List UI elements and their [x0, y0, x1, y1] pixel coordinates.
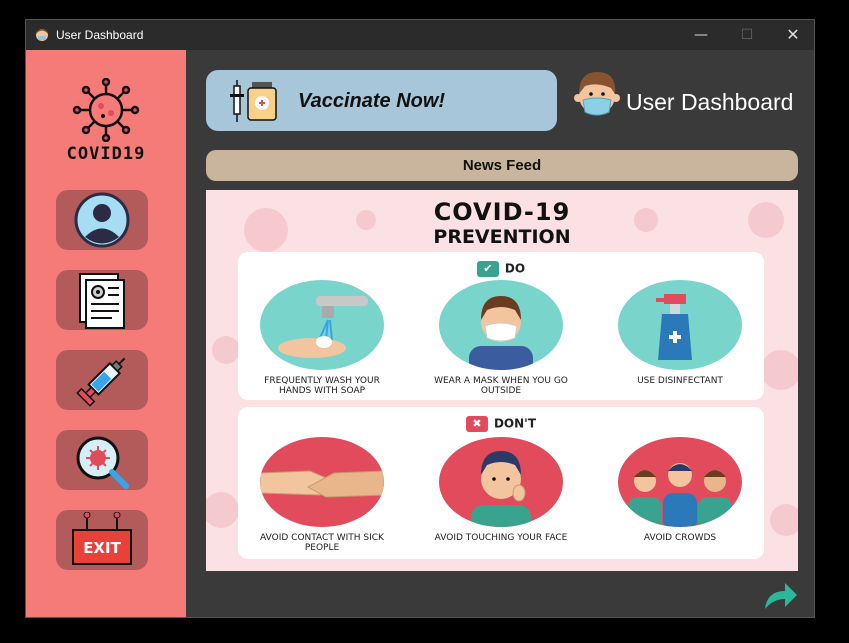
news-feed-header: News Feed [206, 150, 798, 181]
dont-item-crowds: Avoid crowds [605, 437, 755, 543]
exit-button[interactable]: EXIT [56, 510, 148, 570]
crowd-icon [618, 437, 742, 527]
do-item-disinfectant: Use disinfectant [605, 280, 755, 386]
logo-text: COVID19 [66, 144, 146, 164]
sidebar: COVID19 EXIT [26, 50, 186, 617]
syringe-icon [76, 357, 126, 407]
documents-button[interactable] [56, 270, 148, 330]
exit-sign-icon: EXIT [72, 512, 132, 565]
user-profile-icon [74, 192, 130, 248]
do-item-caption: Wear a mask when you go outside [434, 376, 568, 396]
vaccinate-now-label: Vaccinate Now! [298, 90, 446, 112]
app-icon [36, 29, 48, 41]
dont-item-contact: Avoid contact with sick people [247, 437, 397, 553]
virus-icon [72, 77, 140, 143]
virus-magnifier-icon [76, 436, 129, 489]
dont-label: DON'T [493, 416, 537, 431]
document-gear-icon [79, 273, 125, 329]
dashboard-title: User Dashboard [626, 89, 794, 115]
vaccinate-now-button[interactable]: Vaccinate Now! [206, 70, 557, 131]
dont-item-caption: Avoid touching your face [434, 533, 568, 543]
virus-search-button[interactable] [56, 430, 148, 490]
do-item-caption: Use disinfectant [637, 376, 723, 386]
covid-logo: COVID19 [56, 77, 156, 168]
hand-washing-icon [260, 280, 384, 370]
cross-icon: ✖ [465, 416, 488, 432]
title-bar: User Dashboard — ☐ ✕ [26, 20, 814, 50]
poster-title-line2: PREVENTION [433, 226, 571, 248]
do-panel: ✔ DO Frequently wash your hands with soap [238, 252, 764, 400]
dont-item-caption: Avoid crowds [643, 533, 717, 543]
minimize-button[interactable]: — [678, 20, 724, 50]
app-window: User Dashboard — ☐ ✕ COVID19 EXIT Vaccin… [25, 19, 815, 618]
face-touching-icon [439, 437, 563, 527]
exit-label: EXIT [83, 539, 121, 557]
dont-item-touch-face: Avoid touching your face [426, 437, 576, 543]
user-avatar-icon [574, 72, 620, 116]
do-label: DO [504, 261, 526, 276]
do-heading: ✔ DO [238, 261, 764, 277]
dont-panel: ✖ DON'T Avoid contact with sick people [238, 407, 764, 559]
next-arrow-icon[interactable] [763, 581, 799, 611]
dont-heading: ✖ DON'T [238, 416, 764, 432]
main-panel: Vaccinate Now! User Dashboard News Feed … [186, 50, 814, 617]
check-icon: ✔ [476, 261, 499, 277]
vaccine-button[interactable] [56, 350, 148, 410]
poster-title: COVID-19 PREVENTION [206, 200, 798, 247]
profile-button[interactable] [56, 190, 148, 250]
masked-person-icon [439, 280, 563, 370]
poster-title-line1: COVID-19 [433, 198, 571, 226]
maximize-button[interactable]: ☐ [724, 20, 770, 50]
close-button[interactable]: ✕ [770, 20, 816, 50]
do-item-wear-mask: Wear a mask when you go outside [426, 280, 576, 396]
do-item-caption: Frequently wash your hands with soap [264, 376, 380, 396]
window-title: User Dashboard [56, 28, 144, 42]
spray-bottle-icon [618, 280, 742, 370]
dont-item-caption: Avoid contact with sick people [260, 533, 384, 553]
do-item-wash-hands: Frequently wash your hands with soap [247, 280, 397, 396]
handshake-icon [260, 437, 384, 527]
news-feed-poster: COVID-19 PREVENTION ✔ DO FREQUENTLY WASH… [206, 190, 798, 571]
vaccine-vial-icon [230, 80, 277, 122]
